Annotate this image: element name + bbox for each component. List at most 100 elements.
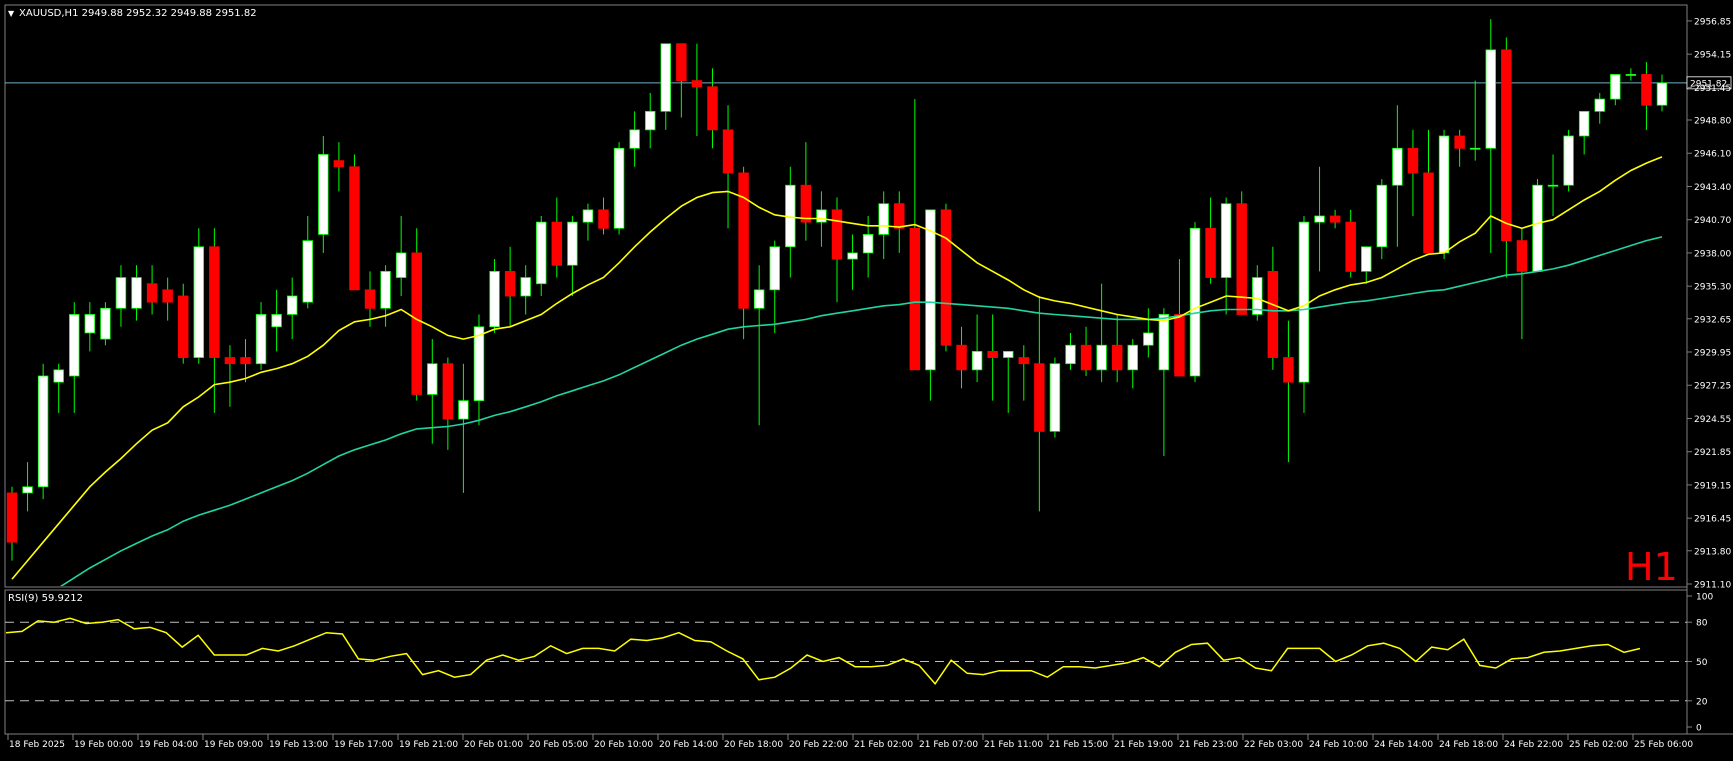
candle-body-bull [302, 240, 313, 303]
price-tick-label: 2924.55 [1694, 415, 1731, 425]
candle-body-bear [504, 270, 516, 297]
candle-body-bear [333, 160, 345, 168]
candle-body-bear [411, 252, 422, 395]
time-tick-label: 19 Feb 13:00 [269, 740, 328, 750]
candle [411, 228, 422, 401]
price-tick-label: 2916.45 [1694, 515, 1731, 525]
candle-body-bull [395, 252, 407, 278]
chart-window[interactable]: 2951.82 2956.85 2954.15 2951.45 2948.80 2946… [0, 0, 1733, 757]
candle-body-bull [1361, 246, 1372, 272]
candle-body-bear [442, 363, 454, 420]
candle-body-bull [193, 246, 205, 358]
candle [100, 302, 111, 346]
candle-body-bear [1454, 135, 1465, 149]
candle-body-bear [987, 350, 998, 358]
candle [1392, 105, 1403, 247]
time-tick-label: 20 Feb 22:00 [789, 740, 848, 750]
time-tick-label: 21 Feb 07:00 [919, 740, 978, 750]
time-tick-label: 24 Feb 14:00 [1374, 740, 1433, 750]
candle-body-bull [473, 326, 485, 402]
chart-canvas[interactable]: 2951.82 2956.85 2954.15 2951.45 2948.80 2946… [0, 0, 1733, 757]
candle-body-bear [598, 209, 609, 229]
candle-body-bull [925, 209, 936, 371]
symbol-header: XAUUSD,H1 2949.88 2952.32 2949.88 2951.8… [19, 8, 257, 19]
candle-body-bear [1205, 227, 1216, 278]
candle [131, 265, 142, 321]
candle [1267, 246, 1279, 370]
candle-body-bull [1314, 215, 1325, 223]
candle-body-bear [1174, 314, 1185, 377]
candle [738, 166, 749, 340]
candle [1329, 209, 1341, 229]
candle [1345, 209, 1356, 278]
candle-body-bull [318, 154, 329, 235]
price-tick-label: 2948.80 [1694, 117, 1731, 127]
candle [1127, 339, 1138, 389]
rsi-header: RSI(9) 59.9212 [8, 593, 83, 604]
candle [1049, 357, 1061, 438]
candle-body-bear [1345, 221, 1356, 272]
candle-body-bull [1594, 98, 1605, 112]
time-tick-label: 21 Feb 15:00 [1049, 740, 1108, 750]
candle [224, 345, 236, 407]
candle-body-bull [816, 209, 827, 223]
candle-body-bear [1018, 357, 1030, 365]
price-axis[interactable]: 2956.85 2954.15 2951.45 2948.80 2946.10 2943.… [1687, 17, 1731, 591]
candle-body-bull [1438, 135, 1450, 254]
candle-body-bull [847, 252, 858, 260]
candle [271, 289, 282, 352]
candle-body-bull [1049, 363, 1061, 432]
candlesticks [6, 19, 1668, 561]
time-tick-label: 19 Feb 04:00 [139, 740, 198, 750]
rsi-tick-label: 80 [1696, 619, 1708, 629]
candle-body-bull [489, 270, 500, 328]
candle-body-bear [738, 172, 749, 309]
time-tick-label: 21 Feb 23:00 [1179, 740, 1238, 750]
rsi-axis[interactable]: 100 80 50 20 0 [1687, 593, 1713, 734]
candle-body-bear [831, 209, 843, 260]
candle [1516, 228, 1528, 340]
candle [162, 277, 173, 321]
rsi-tick-label: 50 [1696, 658, 1708, 668]
candle-body-bear [1423, 172, 1434, 254]
candle-body-bull [971, 350, 983, 371]
candle [115, 265, 127, 327]
menu-triangle-icon[interactable]: ▼ [8, 9, 15, 18]
candle-body-bull [1578, 110, 1590, 137]
candle [691, 43, 703, 136]
price-tick-label: 2913.80 [1694, 547, 1731, 557]
candle [1096, 283, 1107, 383]
candle [178, 283, 189, 364]
candle-body-bull [1376, 184, 1388, 248]
time-tick-label: 21 Feb 02:00 [854, 740, 913, 750]
candle [333, 142, 345, 192]
price-tick-label: 2940.70 [1694, 216, 1731, 226]
candle [53, 363, 64, 413]
candle [1003, 350, 1014, 413]
time-tick-label: 25 Feb 06:00 [1634, 740, 1693, 750]
candle [37, 363, 49, 500]
candle [22, 462, 33, 512]
candle-body-bear [909, 227, 921, 371]
candle [1469, 80, 1481, 161]
time-axis[interactable]: 18 Feb 2025 19 Feb 00:00 19 Feb 04:00 19 Fe… [7, 734, 1693, 750]
candle-body-bull [536, 221, 547, 285]
candle-body-bear [240, 357, 251, 365]
candle-body-bull [1127, 344, 1138, 371]
candle [286, 277, 298, 340]
candle [395, 216, 407, 296]
candle-body-bear [1111, 344, 1123, 371]
candle [567, 216, 578, 296]
price-tick-label: 2954.15 [1694, 51, 1731, 61]
candle-body-bear [551, 221, 563, 266]
time-tick-label: 20 Feb 18:00 [724, 740, 783, 750]
candle-body-bull [1003, 350, 1014, 358]
candle [302, 216, 313, 309]
time-tick-label: 19 Feb 21:00 [399, 740, 458, 750]
candle [847, 234, 858, 290]
candle-body-bear [209, 246, 220, 358]
candle-body-bull [769, 246, 780, 291]
candle-body-bull [1656, 82, 1668, 106]
price-tick-label: 2911.10 [1694, 581, 1731, 591]
time-tick-label: 19 Feb 00:00 [74, 740, 133, 750]
